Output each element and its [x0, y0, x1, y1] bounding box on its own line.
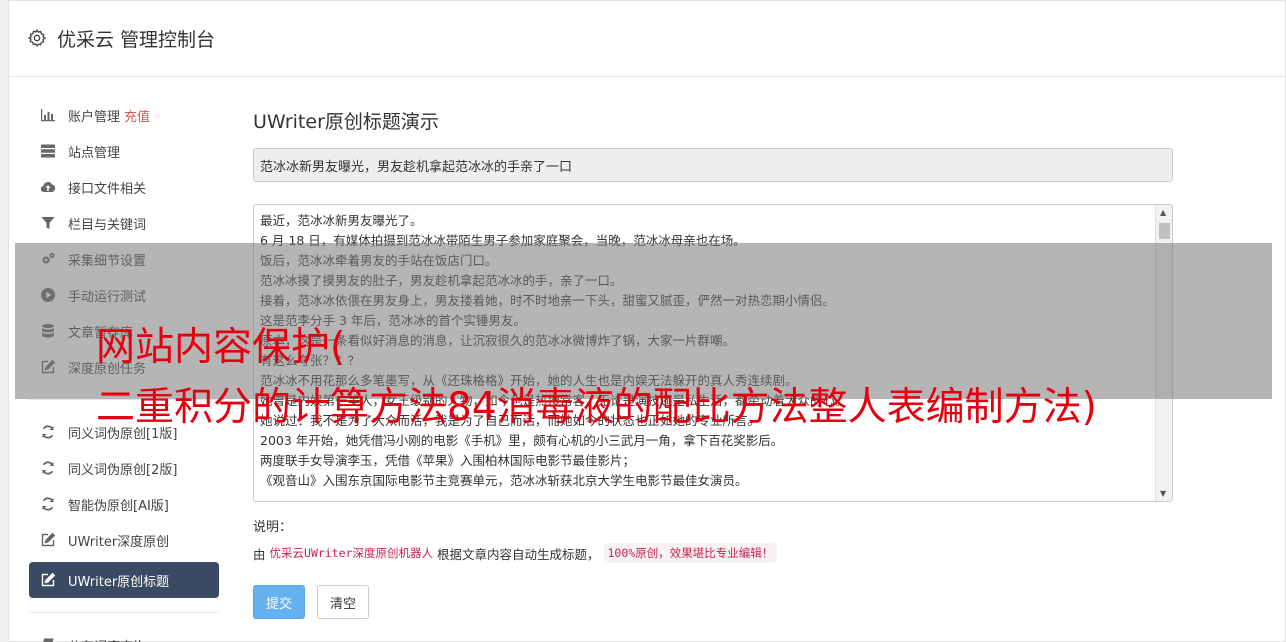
edit-icon	[39, 571, 57, 589]
recharge-link[interactable]: 充值	[124, 106, 150, 125]
gear-icon	[27, 28, 49, 50]
bar-chart-icon	[39, 106, 57, 124]
action-buttons: 提交 清空	[253, 585, 1173, 619]
sidebar-item-group1-3[interactable]: 栏目与关键词	[29, 205, 219, 241]
sidebar-item-group1-2[interactable]: 接口文件相关	[29, 169, 219, 205]
watermark-line-1: 网站内容保护(	[96, 325, 346, 370]
scroll-up-icon[interactable]: ▲	[1160, 208, 1166, 217]
refresh-icon	[39, 495, 57, 513]
sidebar-item-label: 栏目与关键词	[68, 217, 147, 233]
note-prefix: 由	[253, 546, 266, 562]
sidebar-item-group1-1[interactable]: 站点管理	[29, 133, 219, 169]
sidebar-item-label: 智能伪原创[AI版]	[68, 498, 169, 514]
header: 优采云 管理控制台	[9, 1, 1285, 77]
cloud-upload-icon	[39, 178, 57, 196]
article-line: 2003 年开始，她凭借冯小刚的电影《手机》里，颇有心机的小三武月一角，拿下百花…	[260, 433, 784, 448]
server-icon	[39, 142, 57, 160]
note-middle: 根据文章内容自动生成标题，	[436, 546, 600, 562]
watermark-overlay	[15, 243, 1272, 399]
sidebar-item-uwriter[interactable]: UWriter原创标题	[29, 562, 219, 598]
sidebar-item-label: 公有词库查询	[68, 636, 146, 642]
edit-icon	[39, 531, 57, 549]
sidebar-item-label: 同义词伪原创[2版]	[68, 462, 178, 478]
book-icon	[39, 636, 57, 642]
console-title: 优采云 管理控制台	[57, 29, 216, 51]
filter-icon	[39, 214, 57, 232]
sidebar-item-group1-0[interactable]: 账户管理 充值	[29, 97, 219, 133]
sidebar-item-label: 接口文件相关	[68, 181, 147, 197]
watermark-line-2: 二重积分的计算方法84消毒液的配比方法整人表编制方法)	[96, 385, 1097, 430]
note-label: 说明：	[253, 520, 293, 535]
page-title: UWriter原创标题演示	[253, 111, 439, 133]
refresh-icon	[39, 459, 57, 477]
sidebar-item-label: 站点管理	[68, 145, 121, 161]
sidebar-item-label: UWriter原创标题	[68, 574, 170, 590]
note-product: 优采云UWriter深度原创机器人	[269, 546, 433, 560]
title-output-field[interactable]	[253, 148, 1173, 182]
article-line: 最近，范冰冰新男友曝光了。	[260, 213, 423, 228]
sidebar-item-label: UWriter深度原创	[68, 534, 170, 550]
refresh-icon	[39, 423, 57, 441]
article-line: 两度联手女导演李玉，凭借《苹果》入围柏林国际电影节最佳影片；	[260, 453, 636, 468]
scrollbar-thumb[interactable]	[1159, 223, 1170, 239]
clear-button[interactable]: 清空	[317, 585, 370, 619]
sidebar-item-label: 账户管理	[68, 109, 121, 125]
scroll-down-icon[interactable]: ▼	[1160, 489, 1166, 498]
sidebar-item-uwriter[interactable]: UWriter深度原创	[29, 522, 219, 558]
sidebar-item-group3-0[interactable]: 公有词库查询	[29, 627, 219, 642]
sidebar-item-ai[interactable]: 智能伪原创[AI版]	[29, 486, 219, 522]
sidebar-item-2[interactable]: 同义词伪原创[2版]	[29, 450, 219, 486]
submit-button[interactable]: 提交	[253, 585, 306, 619]
note: 由 优采云UWriter深度原创机器人 根据文章内容自动生成标题， 100%原创…	[253, 543, 1173, 563]
sidebar-divider	[29, 612, 219, 613]
article-line: 《观音山》入围东京国际电影节主竞赛单元，范冰冰斩获北京大学生电影节最佳女演员。	[260, 473, 748, 488]
note-badge: 100%原创，效果堪比专业编辑！	[603, 543, 778, 563]
